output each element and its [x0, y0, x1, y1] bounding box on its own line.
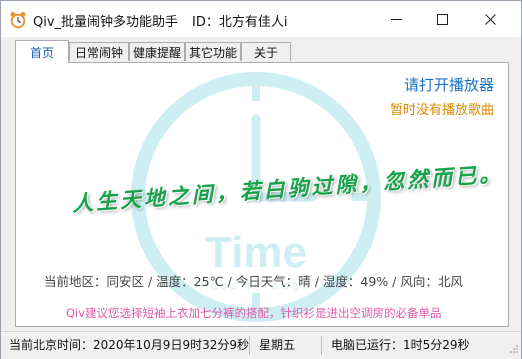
tab-home[interactable]: 首页 — [15, 40, 69, 63]
window-title: Qiv_批量闹钟多功能助手 — [33, 15, 179, 30]
window-user-id: ID：北方有佳人i — [192, 15, 288, 30]
close-icon — [484, 13, 496, 25]
open-player-link[interactable]: 请打开播放器 — [404, 74, 494, 95]
tab-other-functions[interactable]: 其它功能 — [185, 42, 241, 61]
minimize-icon — [390, 14, 402, 25]
window-title-group: Qiv_批量闹钟多功能助手 ID：北方有佳人i — [33, 11, 288, 30]
tab-health-reminder[interactable]: 健康提醒 — [129, 42, 185, 61]
maximize-icon — [436, 13, 448, 25]
player-status-text: 暂时没有播放歌曲 — [389, 103, 494, 118]
resize-grip-icon[interactable] — [509, 343, 519, 357]
minimize-button[interactable] — [373, 1, 419, 37]
alarm-clock-icon — [9, 11, 27, 29]
watermark-time-text: Time — [205, 228, 307, 277]
status-divider — [249, 336, 250, 355]
maximize-button[interactable] — [419, 1, 465, 37]
close-button[interactable] — [467, 1, 513, 37]
weather-info: 当前地区：同安区 / 温度：25℃ / 今日天气：晴 / 湿度：49% / 风向… — [44, 274, 463, 289]
tab-daily-alarm[interactable]: 日常闹钟 — [69, 42, 129, 61]
uptime: 电脑已运行：1时5分29秒 — [331, 338, 470, 352]
weekday: 星期五 — [259, 338, 296, 352]
status-bar: 当前北京时间：2020年10月9日9时32分9秒 星期五 电脑已运行：1时5分2… — [1, 331, 521, 359]
clothing-tip: Qiv建议您选择短袖上衣加七分裤的搭配，针织衫是进出空调房的必备单品 — [66, 306, 442, 320]
home-panel: Time Pass through 请打开播放器 暂时没有播放歌曲 人生天地之间… — [15, 62, 509, 327]
status-divider — [321, 336, 322, 355]
tab-about[interactable]: 关于 — [241, 42, 291, 61]
app-window: Qiv_批量闹钟多功能助手 ID：北方有佳人i 首页 日常闹钟 健康提醒 其它功能… — [0, 0, 522, 359]
title-bar[interactable]: Qiv_批量闹钟多功能助手 ID：北方有佳人i — [1, 1, 521, 37]
beijing-time: 当前北京时间：2020年10月9日9时32分9秒 — [9, 338, 249, 352]
